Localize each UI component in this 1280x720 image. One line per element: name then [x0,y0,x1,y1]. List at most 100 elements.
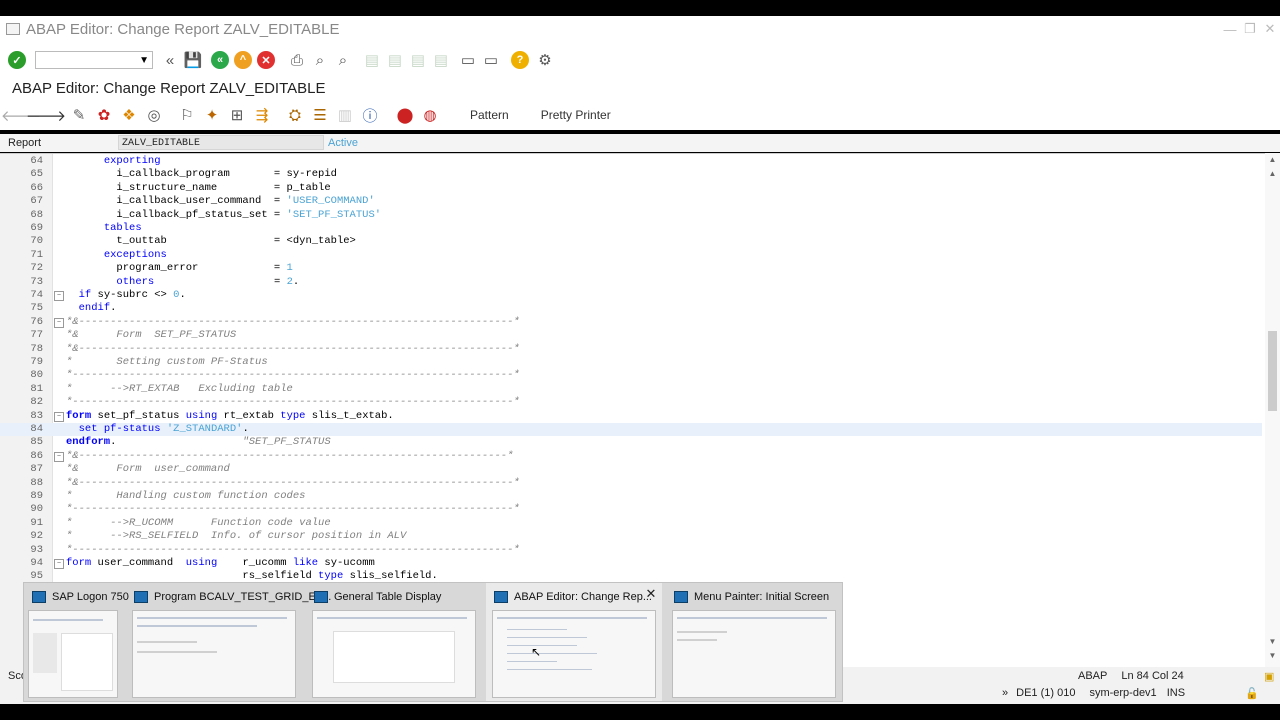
code-line[interactable]: 84 set pf-status 'Z_STANDARD'. [0,423,1262,437]
save-icon[interactable]: 💾 [182,49,204,71]
code-line[interactable]: 90 *-------------------------------------… [0,503,1262,516]
help-icon[interactable]: ? [511,49,533,71]
object-list-icon[interactable]: ⊞ [226,104,248,126]
code-line[interactable]: 91 * -->R_UCOMM Function code value [0,517,1262,530]
activate-icon[interactable]: ❖ [118,104,140,126]
status-expand-icon[interactable]: » [1002,687,1008,699]
pattern-button[interactable]: Pattern [470,108,509,122]
info-icon[interactable]: ⓘ [359,104,381,126]
code-line[interactable]: 86− *&-----------------------------------… [0,450,1262,463]
scroll-down-icon[interactable]: ▼ [1265,637,1280,646]
code-line[interactable]: 75 endif. [0,302,1262,315]
where-used-icon[interactable]: ⚐ [176,104,198,126]
fold-toggle-icon[interactable]: − [54,411,64,422]
code-line[interactable]: 83− form set_pf_status using rt_extab typ… [0,410,1262,423]
thumbnail-sap-logon[interactable]: SAP Logon 750 [24,583,129,701]
check-syntax-icon[interactable]: ◎ [143,104,165,126]
code-line[interactable]: 69 tables [0,222,1262,235]
code-text: * -->R_UCOMM Function code value [66,516,331,529]
breakpoint-icon[interactable]: ⬤ [394,104,416,126]
hierarchy-icon[interactable]: ⛭ [284,104,306,126]
line-number: 68 [30,208,43,221]
restore-icon[interactable]: ❐ [1240,21,1260,37]
editor-vertical-scrollbar[interactable]: ▲ ▲ ▼ ▼ [1265,153,1280,667]
sap-gui-icon [134,591,148,603]
shortcut-icon[interactable]: ▭ [480,49,502,71]
test-icon[interactable]: ✦ [201,104,223,126]
gear-icon[interactable]: ⚙ [534,49,556,71]
command-field[interactable]: ▼ [35,51,153,69]
line-number: 88 [30,476,43,489]
scrollbar-thumb[interactable] [1268,331,1277,411]
code-line[interactable]: 80 *-------------------------------------… [0,369,1262,382]
minimize-icon[interactable]: — [1220,22,1240,37]
fold-toggle-icon[interactable]: − [54,317,64,328]
code-line[interactable]: 64 exporting [0,155,1262,168]
print-icon[interactable]: ⎙ [286,49,308,71]
cancel-icon[interactable]: ✕ [257,49,279,71]
code-text: * Handling custom function codes [66,490,306,502]
code-text: i_callback_pf_status_set = 'SET_PF_STATU… [66,208,382,221]
code-line[interactable]: 87 *& Form user_command [0,463,1262,476]
line-number: 94 [30,557,43,569]
thumbnail-preview [672,610,836,698]
find-next-icon[interactable]: ⌕ [332,49,354,71]
code-line[interactable]: 67 i_callback_user_command = 'USER_COMMA… [0,195,1262,208]
code-line[interactable]: 89 * Handling custom function codes [0,490,1262,503]
code-line[interactable]: 66 i_structure_name = p_table [0,182,1262,195]
session-breakpoint-icon[interactable]: ◍ [419,104,441,126]
other-object-icon[interactable]: ✿ [93,104,115,126]
enter-check-icon[interactable]: ✓ [8,49,30,71]
code-line[interactable]: 81 * -->RT_EXTAB Excluding table [0,383,1262,396]
back-icon[interactable]: « [211,49,233,71]
status-system-info: » DE1 (1) 010 sym-erp-dev1 INS 🔓 [1002,686,1259,700]
status-server: sym-erp-dev1 [1089,687,1157,699]
code-line[interactable]: 88 *&------------------------------------… [0,477,1262,490]
fold-toggle-icon[interactable]: − [54,291,64,301]
code-line[interactable]: 93 *-------------------------------------… [0,544,1262,557]
code-line[interactable]: 79 * Setting custom PF-Status [0,356,1262,369]
thumbnail-abap-editor[interactable]: ABAP Editor: Change Rep... ✕ ↖ [486,583,662,701]
thumbnail-menu-painter[interactable]: Menu Painter: Initial Screen [666,583,842,701]
code-line[interactable]: 85 endform. "SET_PF_STATUS [0,436,1262,449]
scroll-up-icon[interactable]: ▲ [1265,169,1280,178]
arrow-right-icon[interactable]: 🡒 [26,104,66,126]
code-line[interactable]: 72 program_error = 1 [0,262,1262,275]
code-line[interactable]: 68 i_callback_pf_status_set = 'SET_PF_ST… [0,209,1262,222]
display-change-icon[interactable]: ✎ [68,104,90,126]
code-line[interactable]: 71 exceptions [0,249,1262,262]
code-line[interactable]: 65 i_callback_program = sy-repid [0,168,1262,181]
line-number: 75 [30,302,43,315]
last-page-icon[interactable]: ▤ [430,49,452,71]
command-dropdown-icon[interactable]: ▼ [139,55,149,66]
code-line[interactable]: 77 *& Form SET_PF_STATUS [0,329,1262,342]
fold-toggle-icon[interactable]: − [54,451,64,462]
exit-icon[interactable]: ^ [234,49,256,71]
create-session-icon[interactable]: ▭ [457,49,479,71]
previous-page-icon[interactable]: ▤ [384,49,406,71]
thumbnail-general-table-display[interactable]: General Table Display [306,583,482,701]
pretty-printer-button[interactable]: Pretty Printer [541,108,611,122]
code-line[interactable]: 78 *&------------------------------------… [0,343,1262,356]
thumbnail-program-bcalv[interactable]: Program BCALV_TEST_GRID_EV... [126,583,331,701]
double-chevron-left-icon[interactable]: « [159,49,181,71]
find-icon[interactable]: ⌕ [309,49,331,71]
scroll-up-icon[interactable]: ▲ [1265,155,1280,164]
code-line[interactable]: 76− *&-----------------------------------… [0,316,1262,329]
code-line[interactable]: 74 − if sy-subrc <> 0. [0,289,1262,302]
code-line[interactable]: 73 others = 2. [0,276,1262,289]
sap-gui-icon [494,591,508,603]
fold-toggle-icon[interactable]: − [54,559,64,569]
close-window-icon[interactable]: ✕ [1260,21,1280,37]
code-line[interactable]: 92 * -->RS_SELFIELD Info. of cursor posit… [0,530,1262,543]
enhance-icon[interactable]: ☰ [309,104,331,126]
status-notification-icon[interactable]: ▣ [1264,669,1274,683]
code-line[interactable]: 94 − form user_command using r_ucomm like … [0,557,1262,570]
navigation-window-icon[interactable]: ⇶ [251,104,273,126]
close-thumbnail-icon[interactable]: ✕ [644,587,658,601]
code-line[interactable]: 70 t_outtab = <dyn_table> [0,235,1262,248]
code-line[interactable]: 82 *-------------------------------------… [0,396,1262,409]
scroll-down-icon[interactable]: ▼ [1265,651,1280,660]
next-page-icon[interactable]: ▤ [407,49,429,71]
first-page-icon[interactable]: ▤ [361,49,383,71]
